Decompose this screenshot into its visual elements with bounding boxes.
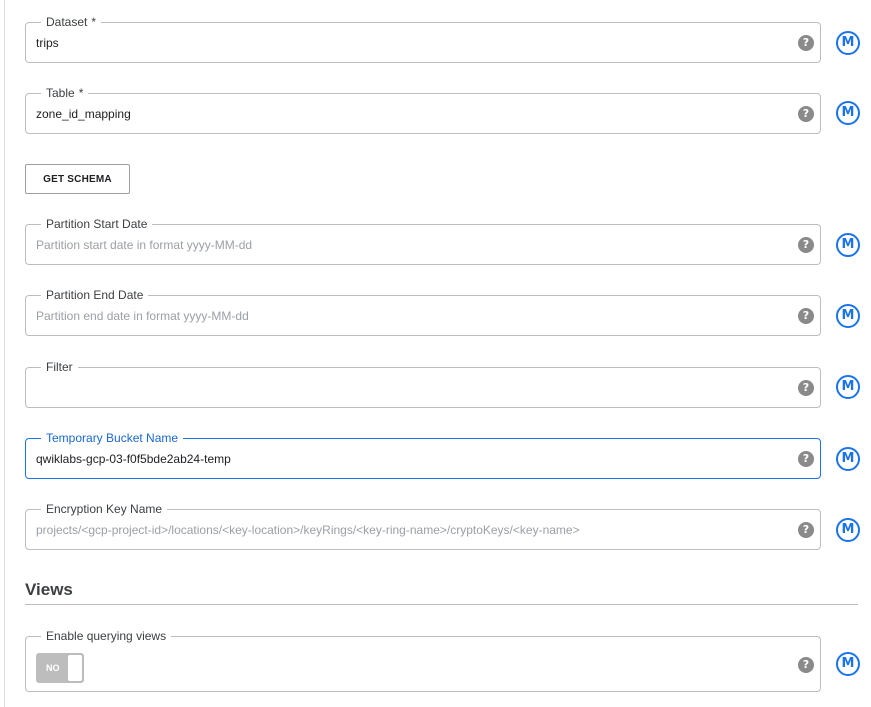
temporary-bucket-name-input[interactable]: qwiklabs-gcp-03-f0f5bde2ab24-temp — [36, 439, 780, 478]
macro-icon[interactable]: M — [836, 518, 860, 542]
filter-input[interactable] — [36, 368, 780, 407]
macro-icon[interactable]: M — [836, 447, 860, 471]
help-icon[interactable]: ? — [798, 521, 814, 538]
get-schema-button[interactable]: GET SCHEMA — [25, 164, 130, 194]
toggle-knob — [67, 654, 83, 682]
macro-icon[interactable]: M — [836, 304, 860, 328]
help-icon[interactable]: ? — [798, 657, 814, 673]
macro-icon[interactable]: M — [836, 31, 860, 55]
help-icon[interactable]: ? — [798, 236, 814, 253]
temporary-bucket-name-field[interactable]: Temporary Bucket Name qwiklabs-gcp-03-f0… — [25, 431, 821, 479]
dataset-field[interactable]: Dataset * trips ? — [25, 15, 821, 63]
partition-start-date-field[interactable]: Partition Start Date Partition start dat… — [25, 217, 821, 265]
macro-icon[interactable]: M — [836, 652, 860, 676]
views-section-title: Views — [25, 580, 73, 599]
macro-icon[interactable]: M — [836, 101, 860, 125]
help-icon[interactable]: ? — [798, 379, 814, 396]
table-field[interactable]: Table * zone_id_mapping ? — [25, 86, 821, 134]
encryption-key-name-field[interactable]: Encryption Key Name projects/<gcp-projec… — [25, 502, 821, 550]
macro-icon[interactable]: M — [836, 375, 860, 399]
partition-start-date-input[interactable]: Partition start date in format yyyy-MM-d… — [36, 225, 780, 264]
help-icon[interactable]: ? — [798, 34, 814, 51]
help-icon[interactable]: ? — [798, 307, 814, 324]
help-icon[interactable]: ? — [798, 105, 814, 122]
help-icon[interactable]: ? — [798, 450, 814, 467]
querying-views-toggle[interactable]: NO — [36, 653, 84, 683]
macro-icon[interactable]: M — [836, 233, 860, 257]
section-divider — [25, 604, 858, 605]
partition-end-date-field[interactable]: Partition End Date Partition end date in… — [25, 288, 821, 336]
encryption-key-name-input[interactable]: projects/<gcp-project-id>/locations/<key… — [36, 510, 780, 549]
filter-field[interactable]: Filter ? — [25, 360, 821, 408]
toggle-state-label: NO — [46, 663, 60, 673]
table-input[interactable]: zone_id_mapping — [36, 94, 780, 133]
partition-end-date-input[interactable]: Partition end date in format yyyy-MM-dd — [36, 296, 780, 335]
left-border — [4, 0, 5, 707]
dataset-input[interactable]: trips — [36, 23, 780, 62]
enable-querying-views-label: Enable querying views — [41, 629, 172, 643]
enable-querying-views-field: Enable querying views NO ? — [25, 629, 821, 692]
